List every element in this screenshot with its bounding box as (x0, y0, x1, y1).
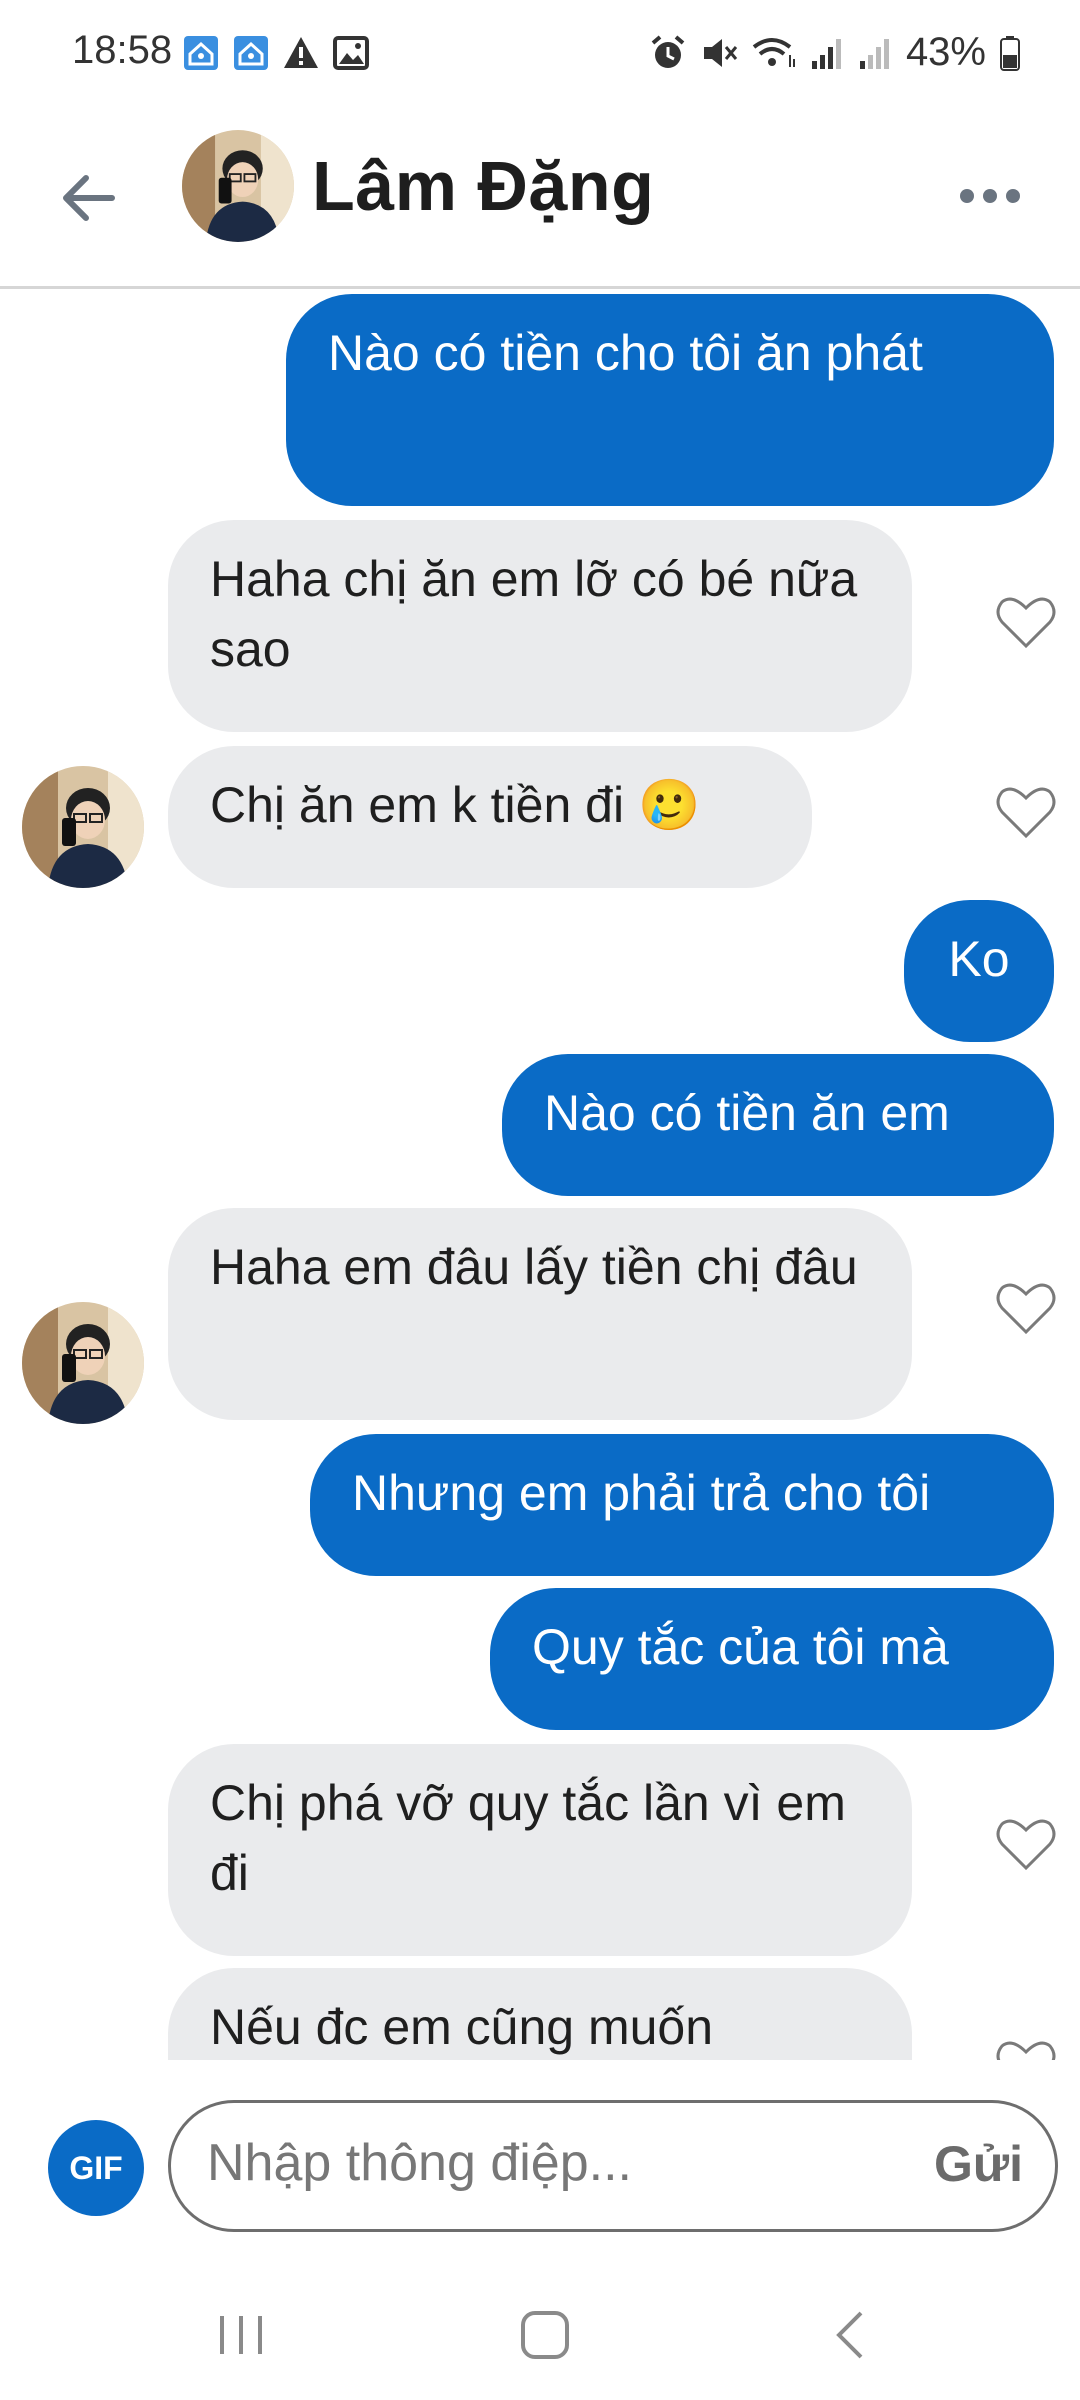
incoming-message[interactable]: Haha em đâu lấy tiền chị đâu (168, 1208, 912, 1420)
send-button[interactable]: Gửi (934, 2135, 1023, 2193)
incoming-message[interactable]: Haha chị ăn em lỡ có bé nữa sao (168, 520, 912, 732)
recent-apps-icon (220, 2316, 262, 2354)
contact-avatar[interactable] (22, 1302, 144, 1424)
outgoing-message[interactable]: Nào có tiền cho tôi ăn phát (286, 294, 1054, 506)
home-notification-icon (184, 36, 218, 70)
message-input[interactable]: Nhập thông điệp... Gửi (168, 2100, 1058, 2232)
alarm-icon (651, 34, 685, 68)
home-icon (521, 2311, 569, 2359)
heart-icon[interactable] (994, 590, 1058, 654)
nav-back-button[interactable] (804, 2300, 894, 2370)
incoming-message[interactable]: Chị ăn em k tiền đi 🥲 (168, 746, 812, 888)
wifi-icon (752, 37, 795, 67)
message-thread[interactable]: Nào có tiền cho tôi ăn phát Haha chị ăn … (0, 290, 1080, 2060)
back-button[interactable] (52, 162, 124, 234)
contact-avatar[interactable] (22, 766, 144, 888)
incoming-message[interactable]: Nếu đc em cũng muốn (168, 1968, 912, 2060)
chevron-left-icon (836, 2311, 863, 2359)
more-options-button[interactable] (950, 166, 1030, 226)
home-button[interactable] (500, 2300, 590, 2370)
outgoing-message[interactable]: Ko (904, 900, 1054, 1042)
image-icon (333, 36, 369, 70)
more-horizontal-icon (960, 189, 1020, 203)
home-notification-icon (234, 36, 268, 70)
signal-icon (859, 38, 889, 69)
contact-avatar[interactable] (182, 130, 294, 242)
gif-button[interactable]: GIF (48, 2120, 144, 2216)
incoming-message[interactable]: Chị phá vỡ quy tắc lần vì em đi (168, 1744, 912, 1956)
outgoing-message[interactable]: Quy tắc của tôi mà (490, 1588, 1054, 1730)
heart-icon[interactable] (994, 2034, 1058, 2060)
heart-icon[interactable] (994, 1276, 1058, 1340)
chat-header: Lâm Đặng (0, 110, 1080, 289)
warning-icon (284, 37, 318, 68)
battery-icon (1000, 35, 1020, 71)
recent-apps-button[interactable] (196, 2300, 286, 2370)
system-icons: 43% (650, 30, 1020, 75)
signal-icon (811, 38, 841, 69)
status-time: 18:58 (72, 28, 173, 72)
message-input-placeholder: Nhập thông điệp... (207, 2134, 632, 2192)
outgoing-message[interactable]: Nhưng em phải trả cho tôi (310, 1434, 1054, 1576)
system-nav-bar (0, 2270, 1080, 2400)
heart-icon[interactable] (994, 780, 1058, 844)
arrow-left-icon (63, 175, 115, 221)
mute-icon (703, 38, 738, 67)
outgoing-message[interactable]: Nào có tiền ăn em (502, 1054, 1054, 1196)
message-composer: GIF Nhập thông điệp... Gửi (0, 2070, 1080, 2270)
notification-icons (182, 34, 370, 72)
heart-icon[interactable] (994, 1812, 1058, 1876)
battery-percent: 43% (905, 30, 986, 74)
status-bar: 18:58 43% (0, 0, 1080, 110)
contact-name: Lâm Đặng (312, 147, 655, 225)
